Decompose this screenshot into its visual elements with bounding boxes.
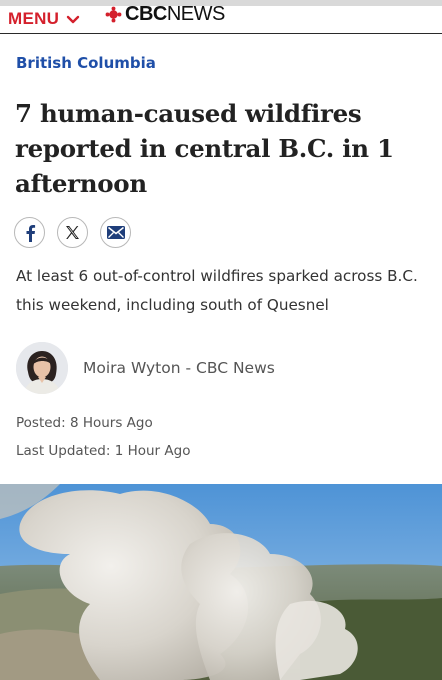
- hero-image: [0, 484, 442, 680]
- article-summary: At least 6 out-of-control wildfires spar…: [16, 267, 418, 314]
- menu-button[interactable]: MENU: [8, 9, 81, 29]
- section-link[interactable]: British Columbia: [16, 54, 156, 72]
- article-headline: 7 human-caused wildfires reported in cen…: [15, 99, 394, 198]
- author-name[interactable]: Moira Wyton - CBC News: [83, 359, 275, 377]
- share-bar: [14, 217, 131, 248]
- author-avatar[interactable]: [16, 342, 68, 394]
- share-x-button[interactable]: [57, 217, 88, 248]
- chevron-down-icon: [67, 15, 80, 24]
- menu-label: MENU: [8, 9, 60, 28]
- email-icon: [106, 226, 125, 239]
- cbc-news-logo[interactable]: CBCNEWS: [105, 3, 225, 26]
- x-icon: [66, 226, 79, 239]
- updated-time: Last Updated: 1 Hour Ago: [16, 443, 191, 459]
- facebook-icon: [26, 224, 35, 242]
- share-email-button[interactable]: [100, 217, 131, 248]
- site-header: MENU CBCNEWS: [0, 3, 442, 34]
- posted-time: Posted: 8 Hours Ago: [16, 415, 153, 431]
- share-facebook-button[interactable]: [14, 217, 45, 248]
- logo-wordmark: CBCNEWS: [125, 3, 225, 25]
- cbc-gem-icon: [105, 6, 122, 23]
- byline: Moira Wyton - CBC News: [16, 342, 275, 394]
